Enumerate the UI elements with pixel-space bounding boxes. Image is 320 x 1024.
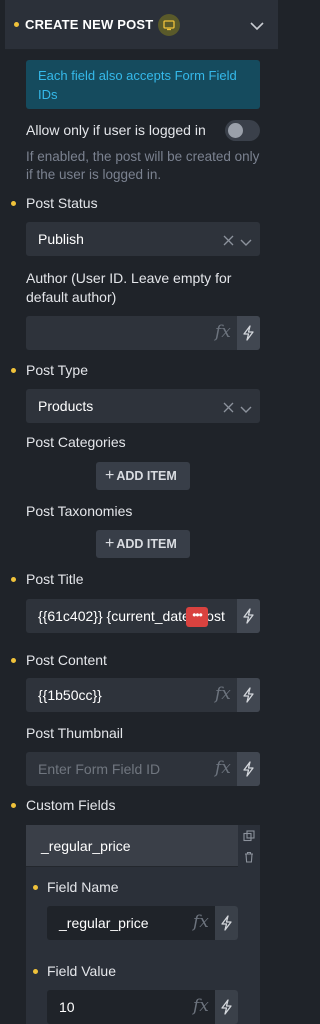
form-actions-panel: CREATE NEW POST Each field also accepts …	[0, 0, 278, 1024]
required-dot	[11, 803, 16, 808]
required-dot	[11, 201, 16, 206]
more-options-icon[interactable]: •••	[186, 607, 208, 627]
required-dot	[11, 577, 16, 582]
author-label: Author (User ID. Leave empty for default…	[26, 270, 232, 305]
post-status-label: Post Status	[26, 195, 98, 211]
repeater-item-title: _regular_price	[41, 838, 131, 854]
required-dot	[33, 969, 38, 974]
add-category-button[interactable]: + ADD ITEM	[96, 462, 190, 490]
dynamic-data-bolt-icon[interactable]	[237, 599, 260, 633]
field-name-label: Field Name	[47, 879, 119, 895]
post-content-label: Post Content	[26, 652, 107, 668]
field-name-value: _regular_price	[59, 915, 149, 931]
post-title-input[interactable]: {{61c402}} {current_date} post	[26, 599, 260, 633]
info-notice: Each field also accepts Form Field IDs	[26, 60, 260, 109]
post-type-select[interactable]: Products	[26, 389, 260, 423]
clear-icon[interactable]	[223, 400, 234, 416]
repeater-item-controls	[238, 825, 260, 867]
required-dot	[11, 658, 16, 663]
field-value-input[interactable]: 10 fx	[47, 990, 238, 1024]
post-status-value: Publish	[38, 231, 84, 247]
trash-icon[interactable]	[243, 850, 255, 866]
add-taxonomy-label: ADD ITEM	[116, 537, 177, 551]
post-thumbnail-label: Post Thumbnail	[26, 725, 124, 741]
post-taxonomies-label: Post Taxonomies	[26, 503, 133, 519]
dynamic-data-bolt-icon[interactable]	[237, 316, 260, 350]
post-type-value: Products	[38, 398, 94, 414]
add-taxonomy-button[interactable]: + ADD ITEM	[96, 530, 190, 558]
post-status-select[interactable]: Publish	[26, 222, 260, 256]
post-thumbnail-input[interactable]: Enter Form Field ID fx	[26, 752, 260, 786]
post-categories-label: Post Categories	[26, 434, 126, 450]
dynamic-data-bolt-icon[interactable]	[215, 990, 238, 1024]
toggle-knob	[228, 123, 243, 138]
chevron-down-icon[interactable]	[240, 234, 252, 250]
post-type-label: Post Type	[26, 362, 89, 378]
required-dot	[11, 368, 16, 373]
post-content-value: {{1b50cc}}	[38, 687, 102, 703]
fx-icon[interactable]: fx	[193, 912, 209, 932]
field-value-value: 10	[59, 999, 75, 1015]
plus-icon: +	[105, 467, 115, 484]
post-title-label: Post Title	[26, 571, 84, 587]
clone-icon[interactable]	[243, 829, 255, 845]
author-input[interactable]: fx	[26, 316, 260, 350]
add-category-label: ADD ITEM	[116, 469, 177, 483]
custom-fields-label: Custom Fields	[26, 797, 116, 813]
dynamic-data-bolt-icon[interactable]	[237, 752, 260, 786]
chevron-down-icon[interactable]	[240, 401, 252, 417]
post-content-input[interactable]: {{1b50cc}} fx	[26, 678, 260, 712]
required-dot	[33, 885, 38, 890]
dynamic-data-bolt-icon[interactable]	[215, 906, 238, 940]
fx-icon[interactable]: fx	[215, 758, 231, 778]
screen-icon	[158, 14, 180, 36]
logged-in-toggle[interactable]	[225, 120, 260, 141]
field-name-input[interactable]: _regular_price fx	[47, 906, 238, 940]
fx-icon[interactable]: fx	[215, 322, 231, 342]
logged-in-help: If enabled, the post will be created onl…	[26, 149, 260, 182]
chevron-down-icon[interactable]	[250, 18, 264, 34]
section-title: CREATE NEW POST	[25, 17, 154, 32]
post-thumbnail-placeholder: Enter Form Field ID	[38, 761, 161, 777]
dynamic-data-bolt-icon[interactable]	[237, 678, 260, 712]
logged-in-label: Allow only if user is logged in	[26, 122, 206, 138]
fx-icon[interactable]: fx	[193, 996, 209, 1016]
fx-icon[interactable]: fx	[215, 684, 231, 704]
plus-icon: +	[105, 535, 115, 552]
repeater-item-header[interactable]: _regular_price	[26, 825, 238, 867]
clear-icon[interactable]	[223, 233, 234, 249]
field-value-label: Field Value	[47, 963, 117, 979]
section-header[interactable]: CREATE NEW POST	[5, 0, 278, 50]
required-dot	[14, 22, 19, 27]
